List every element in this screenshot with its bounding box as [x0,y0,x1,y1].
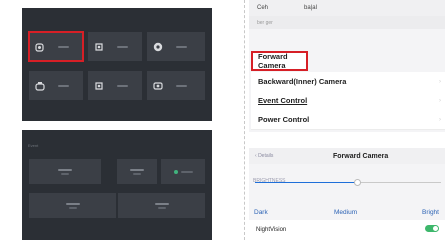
control-button-1[interactable] [29,159,101,184]
camera-tile-side[interactable] [147,71,205,100]
camera-rear-icon [93,41,105,53]
camera-settings-screen: ‹ Details Forward Camera BRIGHTNESS Dark… [249,148,445,240]
camera-grid-panel [22,8,212,121]
back-label: Details [258,153,274,159]
button-text-placeholder [180,170,193,173]
button-text-placeholder [58,168,72,171]
sub-status-bar: ber ger [249,16,445,29]
chevron-right-icon: › [439,97,441,104]
phone-menu-screen: Ceh ba|al ber ger Forward Camera › Backw… [249,0,445,132]
menu-item-power-control[interactable]: Power Control › [251,110,445,130]
button-subtext-placeholder [61,172,69,175]
menu-item-backward-camera[interactable]: Backward(Inner) Camera › [251,72,445,92]
divider [244,0,245,240]
nightvision-toggle[interactable] [425,225,439,232]
chevron-right-icon: › [439,116,441,123]
control-panel-label: Event [28,143,39,148]
control-button-5[interactable] [118,193,205,218]
menu-item-label: Power Control [258,115,310,124]
brightness-option-bright[interactable]: Bright [422,209,439,216]
back-button[interactable]: ‹ Details [255,153,273,159]
control-button-2[interactable] [117,159,157,184]
camera-side-icon [152,80,164,92]
nav-bar: ‹ Details Forward Camera [249,148,445,164]
slider-fill [255,182,357,183]
aperture-icon [152,41,164,53]
tile-label-placeholder [176,84,187,87]
button-subtext-placeholder [133,172,141,175]
camera-rear-icon [93,80,105,92]
button-text-placeholder [65,202,80,205]
chevron-right-icon: › [439,78,441,85]
camera-tile-forward[interactable] [28,31,84,62]
menu-item-label: Backward(Inner) Camera [258,77,347,86]
tile-label-placeholder [176,45,187,48]
signal-text: ba|al [304,5,317,11]
control-button-3[interactable] [161,159,205,184]
control-button-4[interactable] [29,193,116,218]
page-title: Forward Camera [333,152,389,160]
camera-tile-aperture[interactable] [147,32,205,61]
carrier-text: Ceh [257,5,269,11]
menu-item-forward-camera[interactable]: Forward Camera › [251,51,308,71]
brightness-option-medium[interactable]: Medium [334,209,357,216]
status-bar: Ceh ba|al [249,0,445,16]
camera-tile-rear-2[interactable] [88,71,142,100]
tile-label-placeholder [117,84,128,87]
menu-item-label: Event Control [258,96,308,105]
camera-top-icon [34,80,46,92]
menu-item-event-control[interactable]: Event Control › [251,91,445,111]
camera-tile-top[interactable] [29,71,83,100]
menu-item-label: Forward Camera [258,51,288,70]
button-text-placeholder [154,202,169,205]
camera-front-icon [34,41,46,53]
button-subtext-placeholder [68,206,77,209]
camera-tile-rear[interactable] [88,32,142,61]
nightvision-label: NightVision [256,227,287,233]
brightness-slider[interactable] [255,176,441,190]
control-panel: Event [22,130,212,240]
button-subtext-placeholder [157,206,166,209]
slider-thumb[interactable] [354,179,361,186]
tile-label-placeholder [58,45,69,48]
button-text-placeholder [130,168,144,171]
tile-label-placeholder [117,45,128,48]
status-dot [173,169,178,174]
brightness-option-dark[interactable]: Dark [254,209,268,216]
tile-label-placeholder [58,84,69,87]
